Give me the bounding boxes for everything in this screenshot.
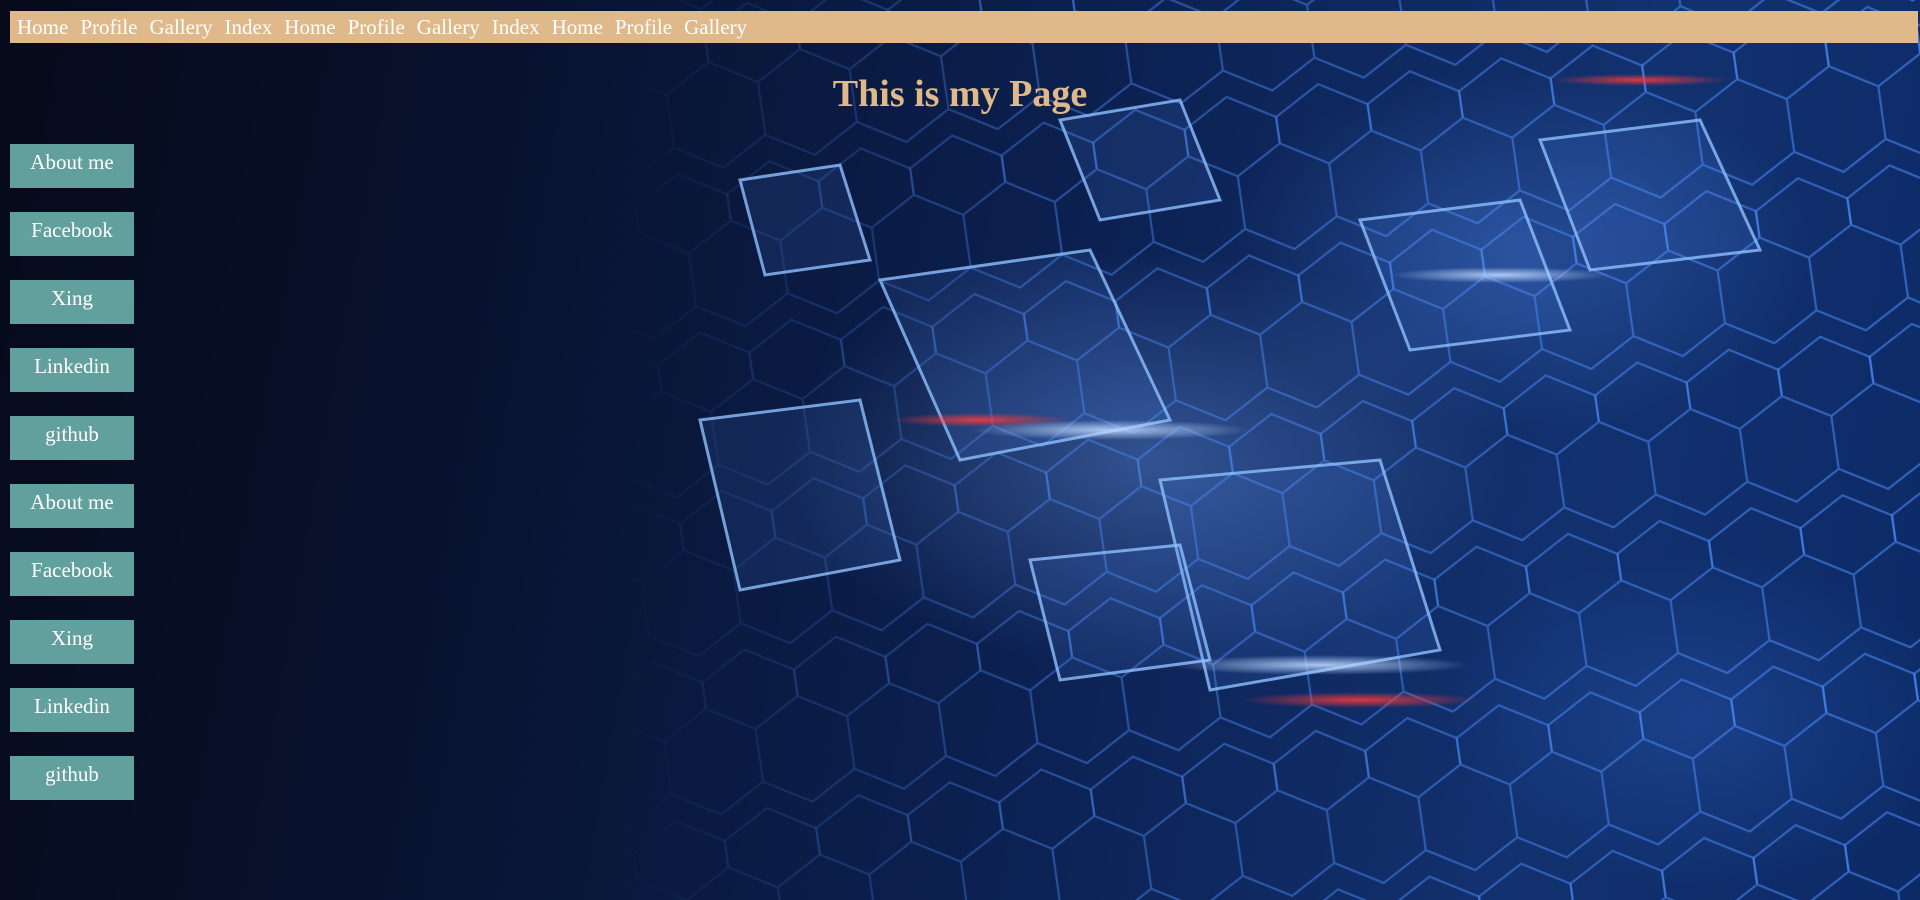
nav-link-home[interactable]: Home <box>552 11 603 43</box>
nav-link-home[interactable]: Home <box>284 11 335 43</box>
nav-link-profile[interactable]: Profile <box>348 11 405 43</box>
nav-link-gallery[interactable]: Gallery <box>684 11 747 43</box>
sidebar-button-github[interactable]: github <box>10 416 134 460</box>
nav-link-gallery[interactable]: Gallery <box>417 11 480 43</box>
sidebar-button-facebook[interactable]: Facebook <box>10 212 134 256</box>
sidebar-button-about-me[interactable]: About me <box>10 144 134 188</box>
nav-link-home[interactable]: Home <box>17 11 68 43</box>
top-navigation-bar: Home Profile Gallery Index Home Profile … <box>10 11 1918 43</box>
page-title: This is my Page <box>832 73 1088 115</box>
sidebar-button-facebook[interactable]: Facebook <box>10 552 134 596</box>
sidebar-button-github[interactable]: github <box>10 756 134 800</box>
nav-link-gallery[interactable]: Gallery <box>149 11 212 43</box>
sidebar-button-xing[interactable]: Xing <box>10 620 134 664</box>
nav-link-profile[interactable]: Profile <box>80 11 137 43</box>
sidebar: About me Facebook Xing Linkedin github A… <box>10 144 134 824</box>
sidebar-button-linkedin[interactable]: Linkedin <box>10 688 134 732</box>
nav-link-index[interactable]: Index <box>492 11 540 43</box>
nav-link-profile[interactable]: Profile <box>615 11 672 43</box>
sidebar-button-xing[interactable]: Xing <box>10 280 134 324</box>
sidebar-button-about-me[interactable]: About me <box>10 484 134 528</box>
background-image <box>0 0 1920 900</box>
nav-link-index[interactable]: Index <box>224 11 272 43</box>
sidebar-button-linkedin[interactable]: Linkedin <box>10 348 134 392</box>
